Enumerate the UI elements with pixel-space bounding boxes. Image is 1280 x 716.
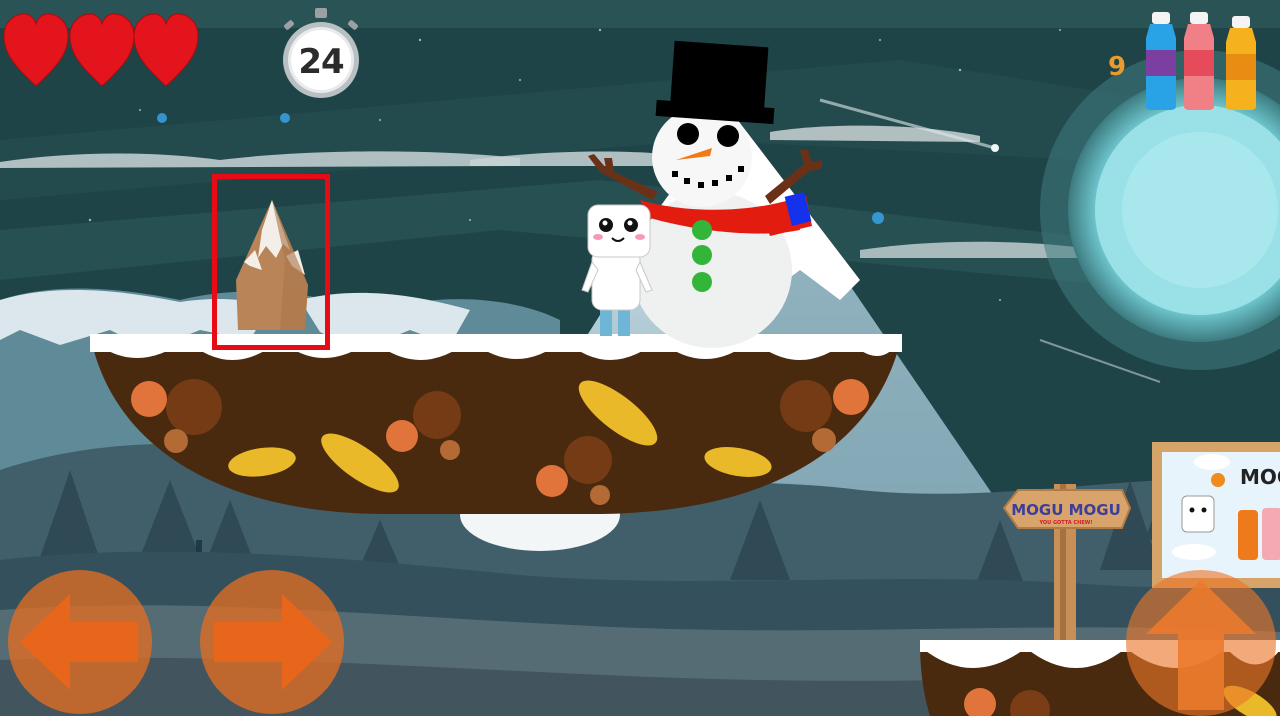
lives-hearts (2, 12, 202, 90)
collectible-bottles (1140, 10, 1280, 114)
game-scene: MOGU MOGU YOU GOTTA CHEW! MOG (0, 0, 1280, 716)
timer-value: 24 (298, 42, 344, 82)
jump-button[interactable] (1126, 570, 1276, 716)
move-right-button[interactable] (200, 570, 344, 714)
heart-icon (3, 13, 199, 87)
right-arrow-icon (214, 594, 332, 690)
left-arrow-icon (20, 594, 138, 690)
billboard-text: MOG (1240, 465, 1280, 489)
move-left-button[interactable] (8, 570, 152, 714)
sign-title: MOGU MOGU (1011, 501, 1121, 519)
target-highlight-box (212, 174, 330, 350)
ad-billboard: MOG (1152, 442, 1280, 588)
countdown-timer: 24 (276, 8, 366, 100)
sign-subtitle: YOU GOTTA CHEW! (1038, 520, 1092, 526)
bottle-count: 9 (1108, 52, 1127, 82)
up-arrow-icon (1146, 580, 1256, 710)
bottle-icon (1146, 12, 1256, 110)
